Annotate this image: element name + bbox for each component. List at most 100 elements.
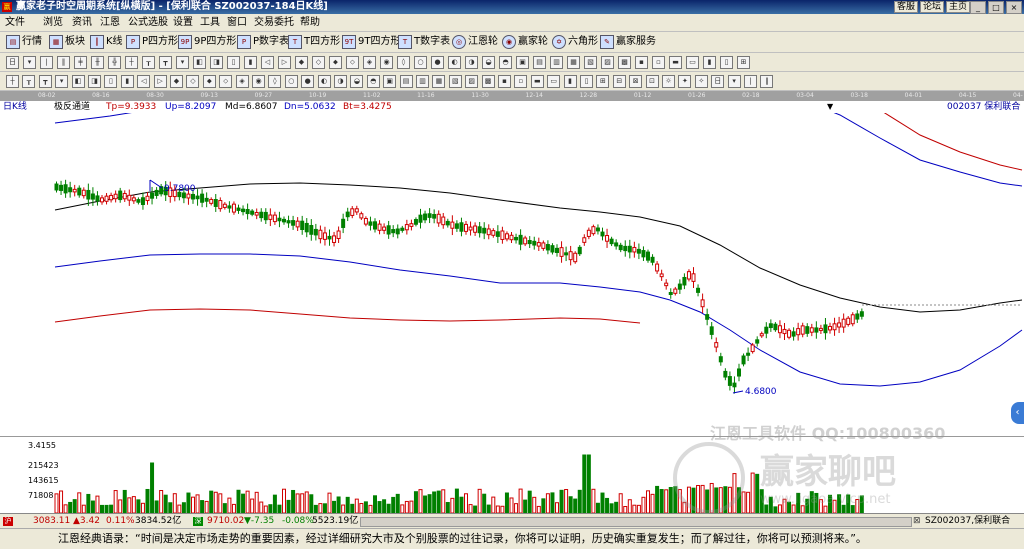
analysis-tool-icon[interactable]: ✦: [678, 75, 692, 88]
toolbar-p-number-table[interactable]: P P数字表: [237, 34, 289, 50]
tool-icon[interactable]: ▯: [227, 56, 240, 69]
analysis-tool-icon[interactable]: ▤: [399, 75, 413, 88]
tool-icon[interactable]: ▧: [584, 56, 597, 69]
tool-icon[interactable]: ◒: [482, 56, 495, 69]
close-button[interactable]: ×: [1006, 1, 1022, 14]
analysis-tool-icon[interactable]: ▭: [547, 75, 561, 88]
tool-icon[interactable]: ⬥: [329, 56, 342, 69]
analysis-tool-icon[interactable]: ▬: [530, 75, 544, 88]
tool-icon[interactable]: ▩: [618, 56, 631, 69]
tool-icon[interactable]: ▭: [686, 56, 699, 69]
tool-icon[interactable]: ◆: [295, 56, 308, 69]
analysis-tool-icon[interactable]: ▨: [465, 75, 479, 88]
tool-icon[interactable]: ▨: [601, 56, 614, 69]
tool-icon[interactable]: ┰: [142, 56, 155, 69]
analysis-tool-icon[interactable]: ▮: [120, 75, 134, 88]
tool-icon[interactable]: ◇: [312, 56, 325, 69]
analysis-tool-icon[interactable]: ▾: [55, 75, 69, 88]
pin-icon[interactable]: ⊠: [913, 514, 921, 529]
analysis-tool-icon[interactable]: ⬦: [219, 75, 233, 88]
maximize-button[interactable]: □: [988, 1, 1004, 14]
toolbar-9t-square[interactable]: 9T 9T四方形: [342, 34, 400, 50]
menu-trade[interactable]: 交易委托: [254, 16, 294, 29]
analysis-tool-icon[interactable]: ◇: [186, 75, 200, 88]
tool-icon[interactable]: ‖: [57, 56, 70, 69]
tool-icon[interactable]: ▦: [567, 56, 580, 69]
link-service[interactable]: 客服: [893, 1, 918, 13]
toolbar-quote[interactable]: ▤ 行情: [6, 34, 42, 50]
analysis-tool-icon[interactable]: ▪: [498, 75, 511, 88]
menu-browse[interactable]: 浏览: [43, 16, 63, 29]
tool-icon[interactable]: ▣: [516, 56, 529, 69]
toolbar-winner-wheel[interactable]: ◉ 赢家轮: [502, 34, 548, 50]
tool-icon[interactable]: ●: [431, 56, 444, 69]
tool-icon[interactable]: ▾: [23, 56, 36, 69]
menu-formula[interactable]: 公式选股: [128, 16, 168, 29]
tool-icon[interactable]: ▫: [652, 56, 665, 69]
link-forum[interactable]: 论坛: [919, 1, 944, 13]
analysis-tool-icon[interactable]: ▮: [563, 75, 577, 88]
tool-icon[interactable]: ◈: [363, 56, 376, 69]
scroll-track[interactable]: [360, 517, 912, 527]
tool-icon[interactable]: ○: [414, 56, 427, 69]
tool-icon[interactable]: ╬: [108, 56, 121, 69]
tool-icon[interactable]: ◐: [448, 56, 461, 69]
tool-icon[interactable]: ⬦: [346, 56, 359, 69]
analysis-tool-icon[interactable]: ◁: [137, 75, 151, 88]
analysis-tool-icon[interactable]: ▫: [514, 75, 528, 88]
tool-icon[interactable]: ┼: [125, 56, 138, 69]
analysis-tool-icon[interactable]: ◑: [334, 75, 347, 88]
analysis-tool-icon[interactable]: ⊟: [612, 75, 626, 88]
tool-icon[interactable]: ◁: [261, 56, 274, 69]
price-chart[interactable]: 9.7800 4.6800: [0, 113, 1024, 436]
analysis-tool-icon[interactable]: ◊: [268, 75, 282, 88]
analysis-tool-icon[interactable]: ▣: [383, 75, 397, 88]
toolbar-9p-square[interactable]: 9P 9P四方形: [178, 34, 236, 50]
analysis-tool-icon[interactable]: ▦: [432, 75, 446, 88]
tool-icon[interactable]: ▪: [635, 56, 648, 69]
analysis-tool-icon[interactable]: ┼: [6, 75, 19, 88]
toolbar-gann-wheel[interactable]: ◎ 江恩轮: [452, 34, 498, 50]
tool-icon[interactable]: ▬: [669, 56, 682, 69]
tool-icon[interactable]: ◓: [499, 56, 512, 69]
analysis-tool-icon[interactable]: ⬥: [202, 75, 216, 88]
tool-icon[interactable]: 日: [6, 56, 19, 69]
side-collapse-button[interactable]: ‹: [1011, 402, 1024, 424]
analysis-tool-icon[interactable]: ▧: [448, 75, 462, 88]
analysis-tool-icon[interactable]: ○: [284, 75, 298, 88]
toolbar-p-square[interactable]: P P四方形: [126, 34, 178, 50]
analysis-tool-icon[interactable]: ‖: [760, 75, 774, 88]
analysis-tool-icon[interactable]: ◒: [350, 75, 364, 88]
toolbar-t-number-table[interactable]: T T数字表: [398, 34, 450, 50]
menu-file[interactable]: 文件: [5, 16, 25, 29]
tool-icon[interactable]: ◨: [210, 56, 223, 69]
analysis-tool-icon[interactable]: ⊞: [596, 75, 610, 88]
analysis-tool-icon[interactable]: ▷: [153, 75, 167, 88]
menu-window[interactable]: 窗口: [227, 16, 247, 29]
tool-icon[interactable]: |: [40, 56, 53, 69]
tool-icon[interactable]: ▯: [720, 56, 733, 69]
analysis-tool-icon[interactable]: ●: [301, 75, 315, 88]
analysis-tool-icon[interactable]: ◧: [71, 75, 85, 88]
tool-icon[interactable]: ◊: [397, 56, 410, 69]
analysis-tool-icon[interactable]: ◆: [170, 75, 183, 88]
toolbar-hexagon[interactable]: ✡ 六角形: [552, 34, 598, 50]
minimize-button[interactable]: _: [970, 1, 986, 14]
tool-icon[interactable]: ╪: [74, 56, 87, 69]
analysis-tool-icon[interactable]: ◓: [366, 75, 380, 88]
analysis-tool-icon[interactable]: ⊠: [629, 75, 643, 88]
toolbar-kline[interactable]: ┃ K线: [90, 34, 123, 50]
analysis-tool-icon[interactable]: ◈: [235, 75, 249, 88]
dropdown-marker-icon[interactable]: ▼: [827, 101, 833, 113]
analysis-tool-icon[interactable]: 日: [711, 75, 725, 88]
toolbar-sector[interactable]: ▦ 板块: [49, 34, 85, 50]
analysis-tool-icon[interactable]: ▾: [727, 75, 741, 88]
link-home[interactable]: 主页: [945, 1, 970, 13]
tool-icon[interactable]: ⊞: [737, 56, 750, 69]
analysis-tool-icon[interactable]: |: [744, 75, 757, 88]
analysis-tool-icon[interactable]: ▩: [481, 75, 495, 88]
menu-info[interactable]: 资讯: [72, 16, 92, 29]
toolbar-t-square[interactable]: T T四方形: [288, 34, 340, 50]
tool-icon[interactable]: ◧: [193, 56, 206, 69]
tool-icon[interactable]: ◉: [380, 56, 393, 69]
